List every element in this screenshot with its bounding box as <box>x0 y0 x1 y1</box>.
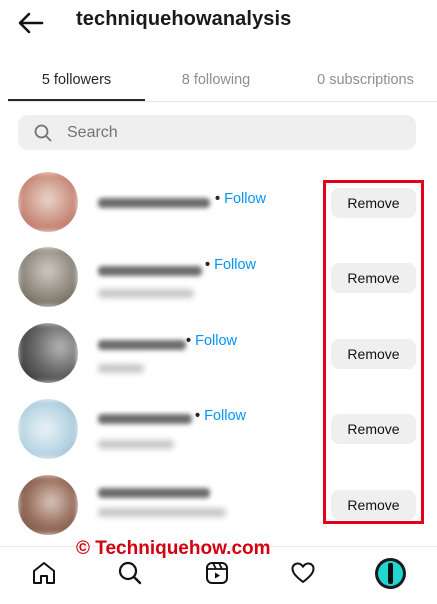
watermark-text: © Techniquehow.com <box>76 538 271 559</box>
nav-activity[interactable] <box>283 556 323 590</box>
follow-button[interactable]: • Follow <box>186 333 237 349</box>
blurred-username <box>98 340 186 350</box>
heart-icon <box>291 562 315 583</box>
page-title: techniquehowanalysis <box>76 8 292 30</box>
nav-reels[interactable] <box>197 556 237 590</box>
header-bar: techniquehowanalysis <box>0 0 437 48</box>
remove-button[interactable]: Remove <box>331 339 416 369</box>
follow-label: Follow <box>214 257 257 273</box>
search-input[interactable] <box>67 123 387 142</box>
follower-avatar[interactable] <box>18 247 78 307</box>
follower-row: • Follow Remove <box>0 396 437 466</box>
separator-dot: • <box>205 257 211 273</box>
reels-icon <box>206 562 228 584</box>
follower-avatar[interactable] <box>18 399 78 459</box>
tab-bar: 5 followers 8 following 0 subscriptions <box>8 58 437 102</box>
remove-button[interactable]: Remove <box>331 188 416 218</box>
follower-row: • Follow Remove <box>0 244 437 314</box>
follow-button[interactable]: • Follow <box>215 191 266 207</box>
remove-button[interactable]: Remove <box>331 263 416 293</box>
blurred-fullname <box>98 364 144 373</box>
blurred-username <box>98 198 210 208</box>
tab-following[interactable]: 8 following <box>153 58 279 102</box>
follow-label: Follow <box>204 408 247 424</box>
profile-avatar <box>374 557 406 589</box>
arrow-left-icon <box>18 12 44 34</box>
nav-search[interactable] <box>110 556 150 590</box>
tab-followers[interactable]: 5 followers <box>8 58 145 102</box>
follower-avatar[interactable] <box>18 323 78 383</box>
home-icon <box>33 562 55 584</box>
remove-button[interactable]: Remove <box>331 490 416 520</box>
blurred-fullname <box>98 440 174 449</box>
blurred-username <box>98 414 192 424</box>
follower-row: • Follow Remove <box>0 168 437 238</box>
search-bar[interactable] <box>18 115 416 150</box>
back-button[interactable] <box>14 8 48 38</box>
remove-button[interactable]: Remove <box>331 414 416 444</box>
active-tab-indicator <box>8 99 145 101</box>
nav-profile[interactable] <box>370 556 410 590</box>
follow-label: Follow <box>195 333 238 349</box>
search-icon <box>34 124 52 141</box>
follower-avatar[interactable] <box>18 172 78 232</box>
blurred-fullname <box>98 289 194 298</box>
follower-row: Remove <box>0 472 437 542</box>
follower-row: • Follow Remove <box>0 320 437 390</box>
separator-dot: • <box>195 408 201 424</box>
separator-dot: • <box>215 191 221 207</box>
blurred-username <box>98 266 202 276</box>
tab-subscriptions[interactable]: 0 subscriptions <box>298 58 433 102</box>
follow-button[interactable]: • Follow <box>205 257 256 273</box>
follow-label: Follow <box>224 191 267 207</box>
nav-home[interactable] <box>24 556 64 590</box>
separator-dot: • <box>186 333 192 349</box>
tab-divider <box>8 101 437 102</box>
blurred-username <box>98 488 210 498</box>
follower-avatar[interactable] <box>18 475 78 535</box>
blurred-fullname <box>98 508 226 517</box>
follow-button[interactable]: • Follow <box>195 408 246 424</box>
search-icon <box>118 561 142 585</box>
